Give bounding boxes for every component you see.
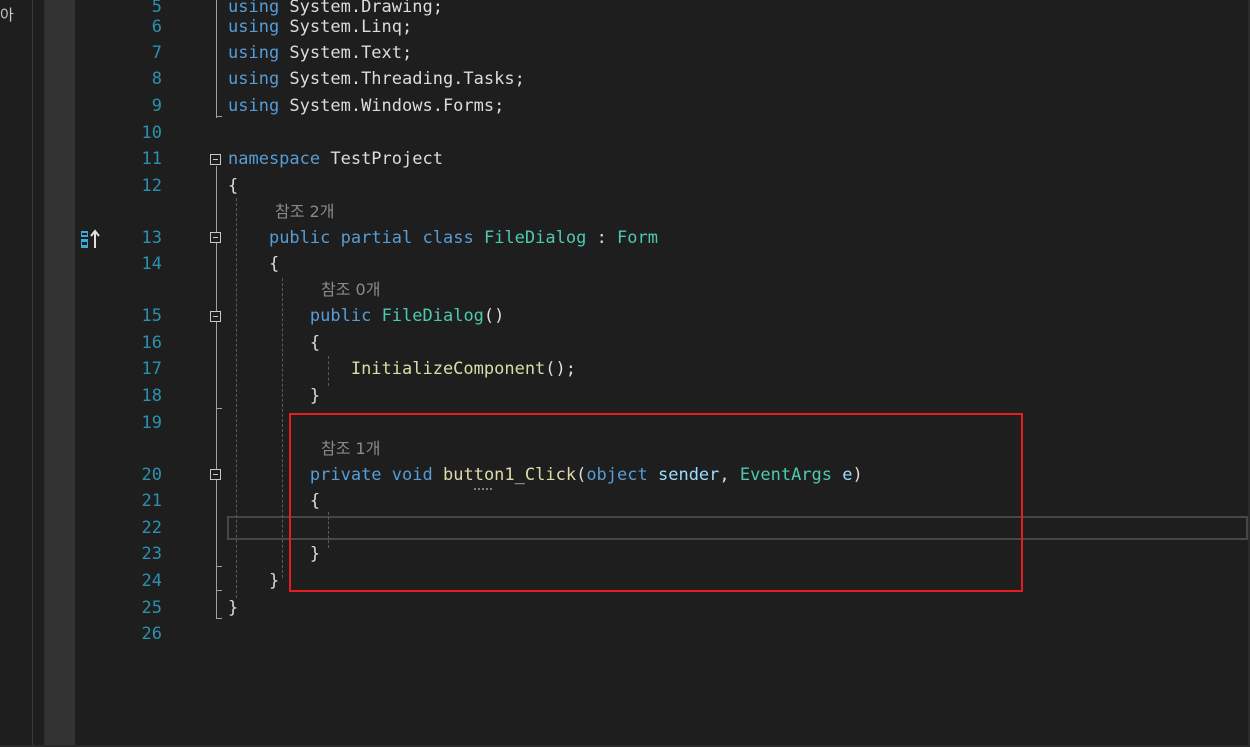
line-number: 13 [141, 228, 162, 248]
line-number: 22 [141, 518, 162, 538]
code-token: } [228, 386, 321, 406]
code-text: InitializeComponent(); [228, 356, 576, 382]
code-line[interactable]: 11 namespace TestProject [0, 146, 1250, 172]
code-line[interactable]: 14 { [0, 251, 1250, 277]
code-token: FileDialog [381, 306, 484, 326]
code-lens-references[interactable]: 참조 0개 [321, 277, 380, 303]
code-text: { [228, 330, 320, 356]
code-lens-references[interactable]: 참조 2개 [275, 199, 334, 225]
code-token: System.Windows.Forms; [279, 96, 505, 116]
code-line[interactable]: 15 public FileDialog() [0, 303, 1250, 329]
code-token: () [483, 306, 505, 326]
line-number: 16 [141, 333, 162, 353]
code-token: using [228, 17, 280, 37]
line-number: 17 [141, 359, 162, 379]
code-text: using System.Linq; [228, 14, 412, 40]
line-number: 9 [151, 96, 162, 116]
code-token: } [228, 598, 239, 618]
code-text: using System.Threading.Tasks; [228, 66, 525, 92]
line-number: 19 [141, 413, 162, 433]
code-line[interactable]: 13 public partial class FileDialog : For… [0, 225, 1250, 251]
line-number: 21 [141, 491, 162, 511]
line-number: 11 [141, 149, 162, 169]
code-line[interactable]: 6 using System.Linq; [0, 14, 1250, 40]
code-editor[interactable]: 아 참조 2개 참조 0개 참조 1개 5 using System.Drawin… [0, 0, 1250, 747]
line-number: 15 [141, 306, 162, 326]
code-line[interactable]: 7 using System.Text; [0, 40, 1250, 66]
code-text: using System.Windows.Forms; [228, 93, 504, 119]
code-token: using [228, 69, 280, 89]
code-line[interactable]: 16 { [0, 330, 1250, 356]
code-token: TestProject [320, 149, 443, 169]
code-text: using System.Text; [228, 40, 412, 66]
code-token: : [586, 228, 618, 248]
line-number: 7 [151, 43, 162, 63]
line-number: 14 [141, 254, 162, 274]
code-token: { [228, 176, 239, 196]
code-text: } [228, 595, 238, 621]
annotation-highlight-box [289, 413, 1023, 592]
code-line[interactable]: 18 } [0, 383, 1250, 409]
code-token: namespace [228, 149, 321, 169]
code-line[interactable]: 9 using System.Windows.Forms; [0, 93, 1250, 119]
code-text: { [228, 251, 279, 277]
code-token: public [309, 306, 372, 326]
code-text: { [228, 173, 238, 199]
code-token: { [228, 254, 280, 274]
line-number: 23 [141, 544, 162, 564]
line-number: 25 [141, 598, 162, 618]
code-text: namespace TestProject [228, 146, 443, 172]
code-token: InitializeComponent [350, 359, 546, 379]
code-line[interactable]: 10 [0, 120, 1250, 146]
line-number: 26 [141, 624, 162, 644]
code-token: { [228, 333, 321, 353]
code-text: public FileDialog() [228, 303, 505, 329]
code-token: System.Text; [279, 43, 413, 63]
line-number: 20 [141, 465, 162, 485]
code-token: System.Threading.Tasks; [279, 69, 525, 89]
line-number: 18 [141, 386, 162, 406]
code-text: public partial class FileDialog : Form [228, 225, 658, 251]
code-text: } [228, 383, 320, 409]
line-number: 8 [151, 69, 162, 89]
code-line[interactable]: 17 InitializeComponent(); [0, 356, 1250, 382]
line-number: 6 [151, 17, 162, 37]
code-token: (); [545, 359, 577, 379]
code-token: public [268, 228, 331, 248]
line-number: 10 [141, 123, 162, 143]
code-line[interactable]: 26 [0, 621, 1250, 647]
line-number: 24 [141, 571, 162, 591]
code-line[interactable]: 8 using System.Threading.Tasks; [0, 66, 1250, 92]
code-token: FileDialog [483, 228, 587, 248]
code-token: class [422, 228, 474, 248]
code-token: using [228, 43, 280, 63]
code-token: partial [340, 228, 413, 248]
code-token: using [228, 96, 280, 116]
code-line[interactable]: 12 { [0, 173, 1250, 199]
line-number: 12 [141, 176, 162, 196]
code-token: } [228, 571, 280, 591]
code-token: System.Linq; [279, 17, 413, 37]
code-line[interactable]: 25} [0, 595, 1250, 621]
code-token: Form [617, 228, 658, 248]
code-text: } [228, 568, 279, 594]
